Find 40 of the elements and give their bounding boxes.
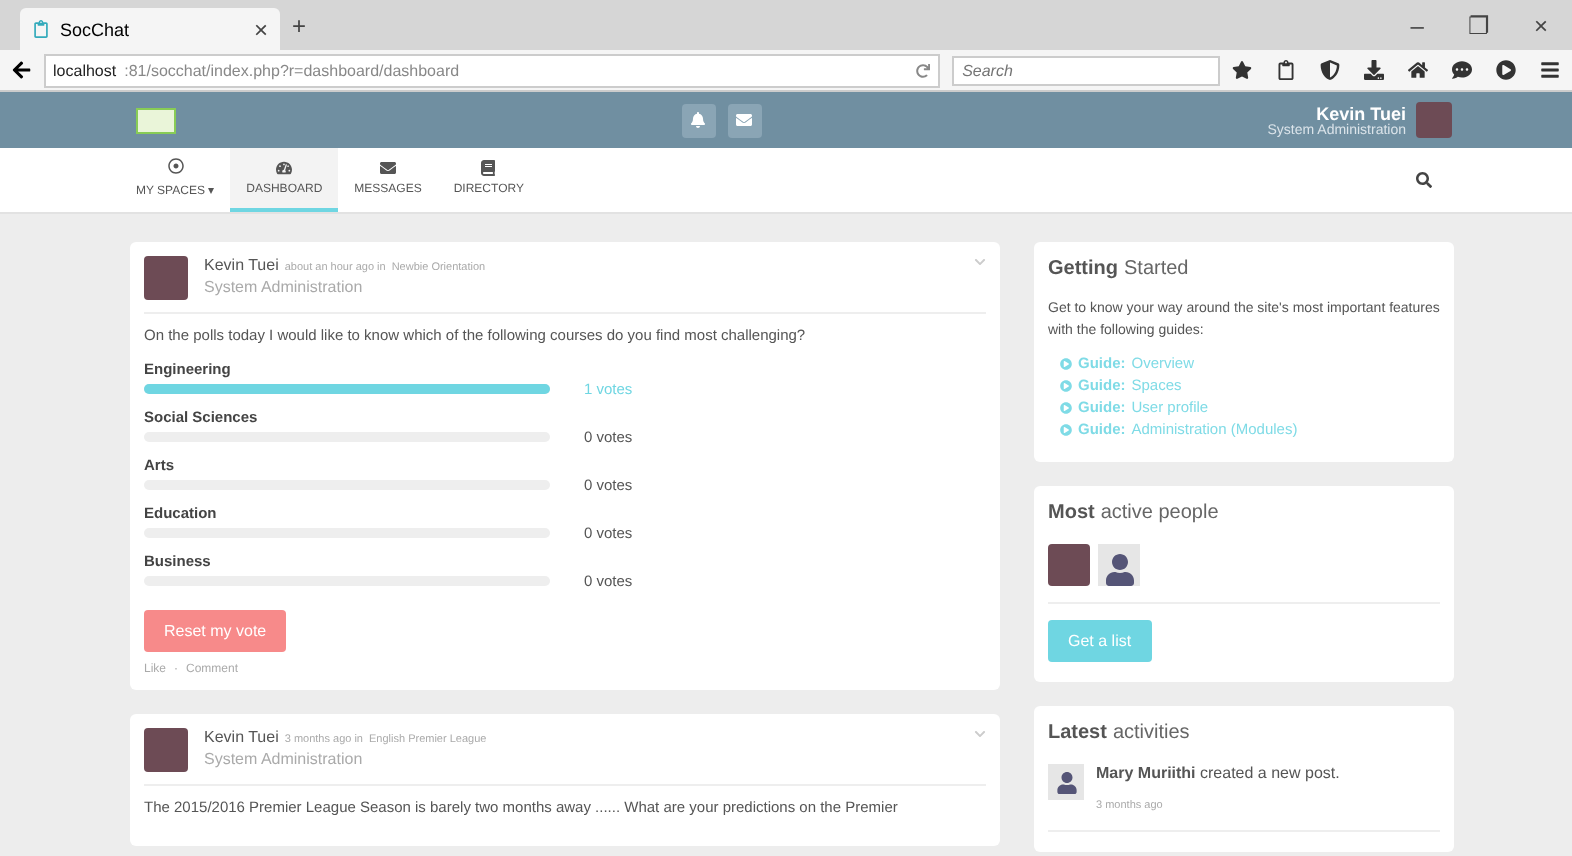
envelope-icon	[380, 160, 396, 176]
person-silhouette-icon[interactable]	[1098, 544, 1140, 586]
book-icon	[480, 160, 497, 176]
home-icon[interactable]	[1408, 60, 1428, 80]
search-field[interactable]: Search	[952, 55, 1220, 85]
extension-icon[interactable]	[1496, 60, 1516, 80]
close-tab[interactable]: ×	[253, 15, 268, 43]
logo[interactable]	[136, 107, 176, 133]
chat-icon[interactable]	[1452, 60, 1472, 80]
reload-icon[interactable]	[916, 63, 931, 77]
browser-tab[interactable]: SocChat ×	[20, 8, 280, 50]
author-name[interactable]: Kevin Tuei	[204, 256, 279, 274]
back-icon[interactable]	[12, 60, 32, 80]
download-icon[interactable]	[1364, 60, 1384, 80]
bell-icon	[690, 112, 707, 128]
activity-text[interactable]: Mary Muriithi created a new post.	[1096, 764, 1340, 782]
new-tab-button[interactable]: +	[292, 11, 307, 39]
panel-title: Latest activities	[1048, 722, 1192, 744]
search-icon[interactable]	[1416, 172, 1432, 188]
author-role: System Administration	[204, 278, 365, 296]
target-icon	[167, 158, 184, 174]
tab-favicon-icon	[32, 20, 50, 38]
dashboard-icon	[276, 160, 293, 176]
window-control[interactable]: –	[1410, 11, 1424, 39]
author-name[interactable]: Kevin Tuei	[204, 728, 279, 746]
user-name[interactable]: Kevin Tuei	[1316, 103, 1406, 123]
window-control[interactable]: ×	[1533, 11, 1548, 39]
shield-icon[interactable]	[1320, 60, 1340, 80]
window-control[interactable]: ❐	[1467, 11, 1490, 39]
clipboard-icon[interactable]	[1276, 60, 1296, 80]
author-role: System Administration	[204, 750, 365, 768]
address-field[interactable]: localhost :81/socchat/index.php?r=dashboard/dashboard	[43, 53, 941, 87]
notifications-button[interactable]	[681, 103, 716, 137]
envelope-icon	[736, 112, 753, 128]
user-icon	[1048, 764, 1084, 800]
panel-title: Most active people	[1048, 502, 1221, 524]
menu-icon[interactable]	[1540, 60, 1560, 80]
panel-title: Getting Started	[1048, 258, 1191, 280]
messages-button[interactable]	[727, 103, 762, 137]
star-icon[interactable]	[1232, 60, 1252, 80]
